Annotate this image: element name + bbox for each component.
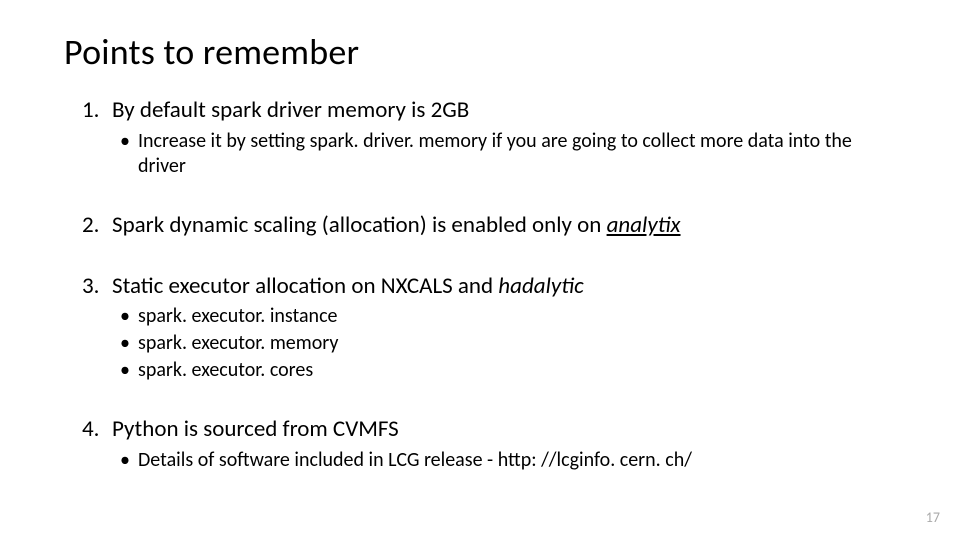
point-3-pre: Static executor allocation on NXCALS and [112,272,498,300]
point-4-sublist: Details of software included in LCG rele… [112,448,896,473]
point-1-sub-0: Increase it by setting spark. driver. me… [120,129,896,179]
point-1-sublist: Increase it by setting spark. driver. me… [112,129,896,179]
point-3: Static executor allocation on NXCALS and… [82,272,896,384]
point-3-sub-2: spark. executor. cores [120,358,896,383]
point-3-emph: hadalytic [498,272,583,300]
point-3-sublist: spark. executor. instance spark. executo… [112,304,896,383]
point-4-sub-0: Details of software included in LCG rele… [120,448,896,473]
slide: Points to remember By default spark driv… [0,0,960,540]
point-1-text: By default spark driver memory is 2GB [112,96,469,124]
page-number: 17 [926,509,940,526]
point-4-text: Python is sourced from CVMFS [112,415,399,443]
point-3-sub-0: spark. executor. instance [120,304,896,329]
point-2-pre: Spark dynamic scaling (allocation) is en… [112,211,607,239]
point-1: By default spark driver memory is 2GB In… [82,96,896,179]
point-3-sub-1: spark. executor. memory [120,331,896,356]
point-2-emph: analytix [607,211,681,239]
ordered-list: By default spark driver memory is 2GB In… [64,96,896,473]
point-4: Python is sourced from CVMFS Details of … [82,415,896,473]
slide-title: Points to remember [64,30,896,74]
point-2: Spark dynamic scaling (allocation) is en… [82,211,896,240]
